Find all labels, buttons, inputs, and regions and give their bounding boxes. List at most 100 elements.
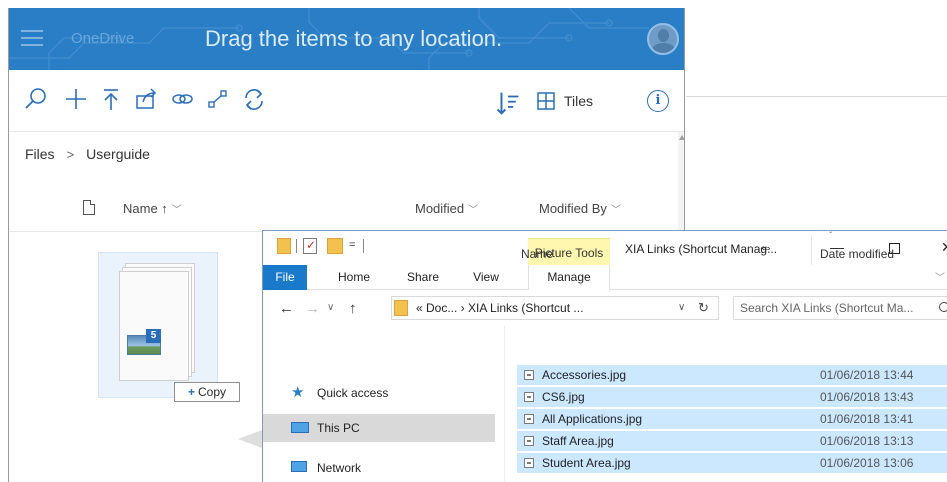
- nav-item-network[interactable]: Network: [263, 454, 495, 482]
- column-name[interactable]: Name ↑ ﹀: [123, 201, 182, 216]
- resize-cursor-icon: ⇔: [759, 239, 773, 255]
- close-icon[interactable]: ✕: [941, 239, 947, 256]
- column-modified[interactable]: Modified ﹀: [415, 201, 478, 216]
- scrollbar[interactable]: [678, 132, 684, 232]
- breadcrumb-separator: >: [66, 146, 75, 162]
- app-launcher-icon[interactable]: [21, 30, 43, 48]
- file-name: Student Area.jpg: [542, 456, 631, 470]
- recent-locations-chevron-icon[interactable]: ∨: [327, 302, 334, 313]
- right-panel-divider: [686, 8, 947, 97]
- quick-access-toolbar-dropdown[interactable]: =: [349, 239, 355, 251]
- file-date: 01/06/2018 13:41: [820, 412, 914, 426]
- sync-icon[interactable]: [241, 86, 267, 112]
- new-folder-icon[interactable]: [327, 238, 343, 254]
- view-tiles-button[interactable]: Tiles: [536, 90, 593, 112]
- image-file-icon: [524, 392, 534, 402]
- share-icon[interactable]: [133, 86, 159, 112]
- copy-badge: + Copy: [174, 382, 240, 402]
- avatar[interactable]: [647, 23, 679, 55]
- view-label: Tiles: [564, 93, 594, 109]
- upload-icon[interactable]: [98, 86, 124, 112]
- forward-arrow-icon[interactable]: →: [305, 300, 320, 317]
- properties-icon[interactable]: [303, 238, 317, 254]
- file-type-icon: [83, 200, 95, 215]
- drag-message: Drag the items to any location.: [205, 26, 503, 51]
- folder-icon: [394, 300, 408, 316]
- window-title: XIA Links (Shortcut Manag...: [625, 242, 778, 256]
- navigation-pane: ★ Quick access This PC Network: [263, 326, 505, 482]
- nav-item-quick-access[interactable]: ★ Quick access: [263, 379, 495, 407]
- onedrive-header: OneDrive Drag the items to any location.: [9, 8, 684, 70]
- refresh-icon[interactable]: ↻: [698, 297, 709, 319]
- file-explorer-window: = Picture Tools XIA Links (Shortcut Mana…: [262, 230, 947, 482]
- plus-icon: +: [187, 385, 195, 399]
- file-row[interactable]: All Applications.jpg 01/06/2018 13:41: [517, 409, 947, 429]
- search-icon[interactable]: [23, 86, 49, 112]
- nav-item-this-pc[interactable]: This PC: [263, 414, 495, 442]
- info-icon[interactable]: i: [647, 90, 669, 112]
- tab-view[interactable]: View: [466, 265, 506, 290]
- tab-file[interactable]: File: [263, 265, 307, 290]
- address-bar[interactable]: « Doc... › XIA Links (Shortcut ... ∨ ↻: [391, 296, 719, 320]
- divider: [296, 239, 297, 253]
- image-file-icon: [524, 370, 534, 380]
- address-dropdown-chevron-icon[interactable]: ∨: [678, 297, 685, 319]
- search-input[interactable]: Search XIA Links (Shortcut Ma...: [733, 296, 947, 320]
- star-icon: ★: [291, 384, 305, 401]
- ribbon-tabs: File Home Share View Manage ﹀: [263, 265, 947, 290]
- tab-manage[interactable]: Manage: [528, 265, 610, 290]
- document-stack-icon: [119, 263, 195, 381]
- file-name: All Applications.jpg: [542, 412, 643, 426]
- file-row[interactable]: Staff Area.jpg 01/06/2018 13:13: [517, 431, 947, 451]
- file-date: 01/06/2018 13:43: [820, 390, 914, 404]
- image-file-icon: [524, 458, 534, 468]
- onedrive-brand: OneDrive: [71, 30, 135, 47]
- item-count-badge: 5: [146, 329, 161, 343]
- image-file-icon: [524, 436, 534, 446]
- file-date: 01/06/2018 13:13: [820, 434, 914, 448]
- file-name: CS6.jpg: [542, 390, 585, 404]
- sort-caret-icon: ˇ: [829, 231, 833, 242]
- address-row: ← → ∨ ↑ « Doc... › XIA Links (Shortcut .…: [263, 290, 947, 326]
- file-date: 01/06/2018 13:06: [820, 456, 914, 470]
- sort-icon[interactable]: [495, 90, 519, 115]
- file-row[interactable]: Student Area.jpg 01/06/2018 13:06: [517, 453, 947, 473]
- column-date-modified[interactable]: Date modified: [820, 247, 894, 261]
- chevron-down-icon[interactable]: ﹀: [935, 269, 945, 284]
- breadcrumb-root[interactable]: Files: [25, 146, 55, 162]
- column-divider[interactable]: [811, 235, 812, 265]
- network-icon: [291, 461, 307, 472]
- search-placeholder: Search XIA Links (Shortcut Ma...: [740, 301, 914, 315]
- image-file-icon: [524, 414, 534, 424]
- tiles-icon: [537, 92, 555, 110]
- column-name[interactable]: Name: [521, 247, 553, 261]
- column-header-row: Name ↑ ﹀ Modified ﹀ Modified By ﹀: [9, 194, 678, 232]
- drag-preview: 5: [98, 252, 218, 398]
- tab-share[interactable]: Share: [403, 265, 443, 290]
- onedrive-toolbar: Tiles i: [9, 70, 684, 132]
- scroll-up-arrow-icon[interactable]: [679, 135, 684, 140]
- up-arrow-icon[interactable]: ↑: [349, 300, 357, 317]
- file-row[interactable]: Accessories.jpg 01/06/2018 13:44: [517, 365, 947, 385]
- divider: [363, 239, 364, 253]
- address-path[interactable]: « Doc... › XIA Links (Shortcut ...: [416, 297, 583, 319]
- column-modified-by[interactable]: Modified By ﹀: [539, 201, 621, 216]
- file-name: Staff Area.jpg: [542, 434, 614, 448]
- search-icon[interactable]: [939, 302, 947, 312]
- new-icon[interactable]: [63, 86, 89, 112]
- get-link-icon[interactable]: [169, 86, 195, 112]
- drag-pointer-arrow-icon: [238, 430, 262, 448]
- computer-icon: [291, 422, 309, 433]
- nav-item-label: Network: [317, 461, 362, 475]
- nav-item-label: This PC: [317, 421, 360, 435]
- breadcrumb: Files > Userguide: [25, 146, 150, 162]
- file-date: 01/06/2018 13:44: [820, 368, 914, 382]
- file-name: Accessories.jpg: [542, 368, 627, 382]
- breadcrumb-current: Userguide: [86, 146, 150, 162]
- nav-item-label: Quick access: [317, 386, 389, 400]
- file-row[interactable]: CS6.jpg 01/06/2018 13:43: [517, 387, 947, 407]
- embed-icon[interactable]: [205, 86, 231, 112]
- tab-home[interactable]: Home: [329, 265, 379, 290]
- back-arrow-icon[interactable]: ←: [279, 300, 294, 317]
- folder-icon[interactable]: [277, 238, 291, 254]
